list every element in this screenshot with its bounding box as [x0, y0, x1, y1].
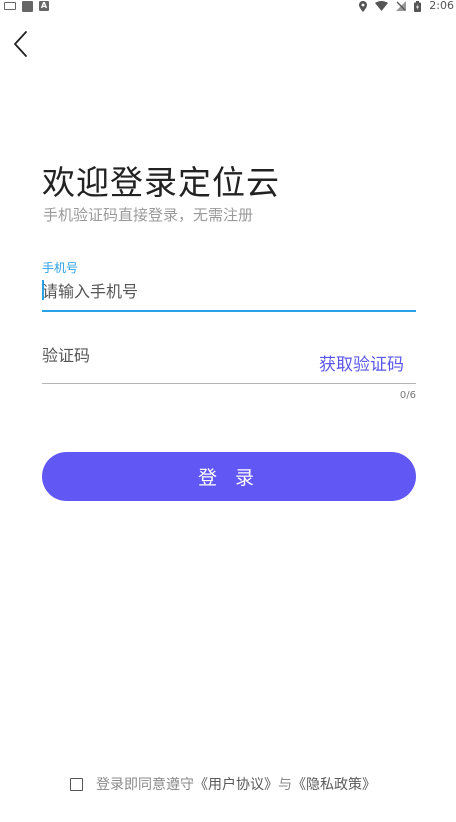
phone-input[interactable] [42, 279, 402, 303]
battery-icon [414, 0, 422, 12]
phone-field-label: 手机号 [42, 261, 79, 275]
chevron-left-icon [12, 30, 28, 62]
agreement-prefix: 登录即同意遵守 [96, 777, 194, 793]
no-signal-icon [396, 1, 407, 11]
status-bar: A 2:06 [0, 0, 456, 12]
privacy-policy-link[interactable]: 《隐私政策》 [292, 774, 376, 794]
location-icon [359, 0, 368, 12]
agreement-checkbox[interactable] [70, 777, 83, 791]
app-square-icon [22, 0, 33, 12]
keyboard-icon [4, 2, 16, 10]
agreement-conjunction: 与 [278, 777, 292, 793]
code-field-underline [42, 383, 416, 384]
verification-code-field[interactable]: 获取验证码 0/6 [42, 340, 416, 410]
text-cursor [42, 280, 44, 300]
status-bar-right: 2:06 [359, 0, 454, 12]
phone-field-underline [42, 310, 416, 312]
status-bar-left: A [4, 0, 49, 12]
page-subtitle: 手机验证码直接登录，无需注册 [43, 206, 254, 224]
login-button[interactable]: 登 录 [42, 452, 416, 501]
agreement-row: 登录即同意遵守 《用户协议》 与 《隐私政策》 [70, 774, 376, 794]
a-icon: A [39, 1, 49, 11]
wifi-icon [375, 1, 389, 11]
code-length-counter: 0/6 [399, 390, 416, 401]
user-agreement-link[interactable]: 《用户协议》 [194, 774, 278, 794]
status-time: 2:06 [429, 0, 454, 12]
verification-code-input[interactable] [42, 342, 292, 368]
phone-field[interactable]: 手机号 [42, 259, 416, 313]
get-code-button[interactable]: 获取验证码 [319, 350, 404, 375]
page-title: 欢迎登录定位云 [42, 163, 280, 202]
back-button[interactable] [6, 30, 34, 62]
